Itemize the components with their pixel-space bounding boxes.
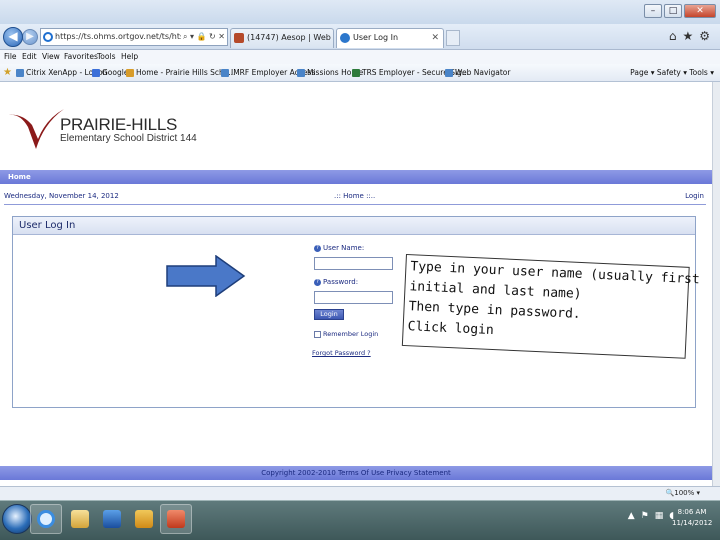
menu-bar: File Edit View Favorites Tools Help — [0, 50, 720, 64]
zoom-level[interactable]: 🔍100% ▾ — [666, 487, 700, 500]
username-input[interactable] — [314, 257, 393, 270]
clock[interactable]: 8:06 AM 11/14/2012 — [672, 507, 712, 529]
login-panel-title: User Log In — [13, 217, 695, 235]
menu-edit[interactable]: Edit — [22, 50, 37, 64]
address-bar[interactable]: https://ts.ohms.ortgov.net/ts/hts144s.. … — [40, 28, 228, 46]
nav-bar: Home — [0, 170, 712, 184]
favorites-bar: ★ Citrix XenApp - Logon Google Home - Pr… — [0, 64, 720, 82]
menu-file[interactable]: File — [4, 50, 17, 64]
clock-date: 11/14/2012 — [672, 519, 713, 527]
home-icon[interactable]: ⌂ — [669, 29, 677, 43]
current-date: Wednesday, November 14, 2012 — [4, 192, 119, 200]
new-tab-button[interactable] — [446, 30, 460, 46]
ie-page-icon — [43, 32, 53, 42]
help-icon[interactable]: ? — [314, 244, 321, 252]
minimize-button[interactable]: – — [644, 4, 662, 18]
command-bar[interactable]: Page ▾ Safety ▾ Tools ▾ — [630, 64, 714, 82]
password-label: ? Password: — [314, 278, 358, 286]
system-tray: ▲ ⚑ ▦ ◖ — [628, 511, 674, 521]
menu-tools[interactable]: Tools — [97, 50, 115, 64]
right-arrow-icon — [166, 255, 246, 297]
powerpoint-icon — [167, 510, 185, 528]
district-logo — [8, 109, 64, 149]
footer-text: Copyright 2002-2010 Terms Of Use Privacy… — [261, 469, 451, 477]
username-label: ? User Name: — [314, 244, 364, 252]
favorites-star-icon[interactable]: ★ — [3, 64, 12, 82]
remember-login-label: Remember Login — [323, 330, 379, 338]
back-button[interactable]: ◀ — [3, 27, 23, 47]
remember-login-checkbox[interactable] — [314, 330, 321, 338]
taskbar: ▲ ⚑ ▦ ◖ 8:06 AM 11/14/2012 — [0, 500, 720, 540]
window-title-bar: – □ ✕ — [0, 0, 720, 24]
username-label-text: User Name: — [323, 244, 365, 252]
start-button[interactable] — [2, 504, 32, 534]
nav-home-link[interactable]: Home — [8, 173, 31, 181]
browser-right-icons: ⌂ ★ ⚙ — [669, 29, 710, 43]
favorite-web-navigator[interactable]: Web Navigator — [445, 64, 510, 82]
ie-favicon-icon — [340, 33, 350, 43]
address-tab-row: ◀ ▶ https://ts.ohms.ortgov.net/ts/hts144… — [0, 24, 720, 50]
date-breadcrumb-bar: Wednesday, November 14, 2012 .:: Home ::… — [0, 190, 712, 202]
tab-user-log-in[interactable]: User Log In ✕ — [336, 28, 444, 48]
school-name: PRAIRIE-HILLS — [60, 115, 178, 134]
clock-time: 8:06 AM — [677, 508, 707, 516]
taskbar-powerpoint[interactable] — [160, 504, 192, 534]
school-subtitle: Elementary School District 144 — [60, 133, 197, 144]
status-bar: 🔍100% ▾ — [0, 486, 720, 500]
instruction-callout: Type in your user name (usually first in… — [401, 254, 700, 359]
aesop-favicon-icon — [234, 33, 244, 43]
flag-icon[interactable]: ⚑ — [641, 511, 649, 521]
ie-icon — [37, 510, 55, 528]
media-player-icon — [103, 510, 121, 528]
forward-button[interactable]: ▶ — [22, 29, 38, 45]
password-label-text: Password: — [323, 278, 359, 286]
forgot-password-link[interactable]: Forgot Password ? — [312, 349, 371, 357]
address-actions-icon[interactable]: ⌕ ▾ 🔒 ↻ ✕ — [180, 29, 225, 45]
outlook-icon — [135, 510, 153, 528]
favorites-star-icon[interactable]: ★ — [682, 29, 693, 43]
breadcrumb: .:: Home ::.. — [334, 192, 376, 200]
taskbar-media-player[interactable] — [96, 504, 128, 534]
close-tab-icon[interactable]: ✕ — [431, 29, 439, 47]
network-icon[interactable]: ▦ — [655, 511, 664, 521]
divider — [4, 204, 706, 205]
vertical-scrollbar[interactable] — [712, 82, 720, 486]
menu-favorites[interactable]: Favorites — [64, 50, 98, 64]
login-button[interactable]: Login — [314, 309, 344, 320]
menu-view[interactable]: View — [42, 50, 60, 64]
taskbar-ie[interactable] — [30, 504, 62, 534]
screenshot: – □ ✕ ◀ ▶ https://ts.ohms.ortgov.net/ts/… — [0, 0, 720, 540]
taskbar-explorer[interactable] — [64, 504, 96, 534]
maximize-button[interactable]: □ — [664, 4, 682, 18]
folder-icon — [71, 510, 89, 528]
window-controls: – □ ✕ — [644, 4, 716, 18]
login-link[interactable]: Login — [685, 190, 704, 202]
menu-help[interactable]: Help — [121, 50, 138, 64]
close-window-button[interactable]: ✕ — [684, 4, 716, 18]
tab-aesop-label: (14747) Aesop | Web Navigator — [247, 33, 333, 42]
tray-arrow-icon[interactable]: ▲ — [628, 511, 635, 521]
password-input[interactable] — [314, 291, 393, 304]
tab-aesop[interactable]: (14747) Aesop | Web Navigator — [230, 28, 334, 48]
footer-bar: Copyright 2002-2010 Terms Of Use Privacy… — [0, 466, 712, 480]
settings-gear-icon[interactable]: ⚙ — [699, 29, 710, 43]
taskbar-outlook[interactable] — [128, 504, 160, 534]
favorite-prairie-hills[interactable]: Home - Prairie Hills Scho... — [126, 64, 235, 82]
favorite-google[interactable]: Google — [92, 64, 128, 82]
tab-user-log-in-label: User Log In — [353, 33, 399, 42]
help-icon[interactable]: ? — [314, 278, 321, 286]
remember-login[interactable]: Remember Login — [314, 330, 378, 338]
